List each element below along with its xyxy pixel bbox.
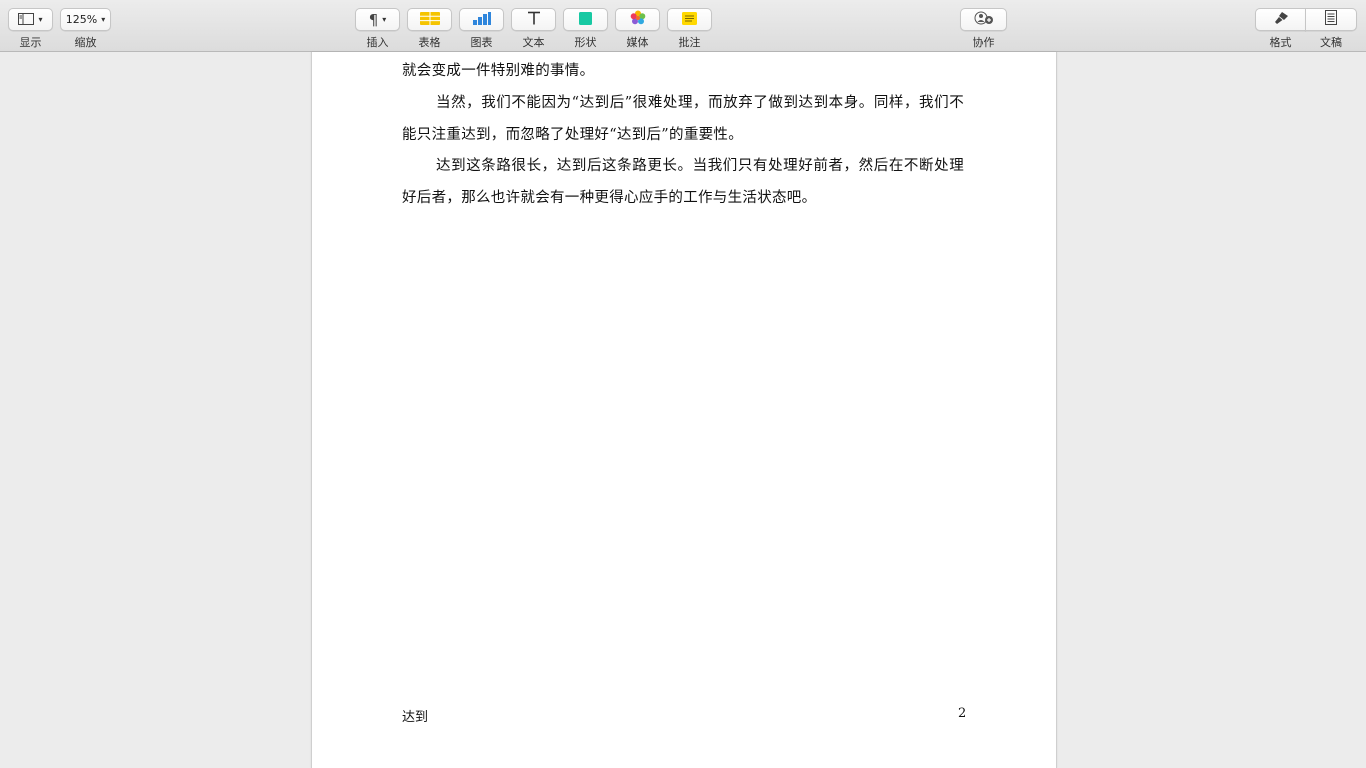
sidebar-view-icon — [18, 10, 35, 29]
view-label: 显示 — [19, 36, 42, 49]
collaborate-icon — [974, 10, 994, 29]
media-button[interactable] — [615, 8, 660, 31]
chart-label: 图表 — [470, 36, 493, 49]
collaborate-button[interactable] — [960, 8, 1007, 31]
insert-button[interactable]: ¶ ▾ — [355, 8, 400, 31]
body-paragraph[interactable]: 达到这条路很长，达到后这条路更长。当我们只有处理好前者，然后在不断处理好后者，那… — [402, 151, 964, 214]
media-label: 媒体 — [626, 36, 649, 49]
comment-label: 批注 — [678, 36, 701, 49]
insert-label: 插入 — [366, 36, 389, 49]
collaborate-label: 协作 — [972, 36, 995, 49]
chevron-down-icon: ▾ — [382, 15, 387, 24]
chart-icon — [472, 10, 491, 29]
chart-button[interactable] — [459, 8, 504, 31]
table-label: 表格 — [418, 36, 441, 49]
document-icon — [1325, 10, 1337, 29]
shape-label: 形状 — [574, 36, 597, 49]
table-button[interactable] — [407, 8, 452, 31]
format-brush-icon — [1273, 10, 1289, 29]
pilcrow-icon: ¶ — [368, 10, 379, 29]
body-paragraph[interactable]: 就会变成一件特别难的事情。 — [402, 56, 964, 88]
format-button[interactable] — [1255, 8, 1306, 31]
footer-title: 达到 — [402, 710, 429, 725]
zoom-value: 125% — [65, 13, 98, 26]
comment-button[interactable] — [667, 8, 712, 31]
format-label: 格式 — [1269, 36, 1292, 49]
media-icon — [630, 10, 646, 30]
zoom-label: 缩放 — [74, 36, 97, 49]
text-button[interactable] — [511, 8, 556, 31]
body-paragraph[interactable]: 当然，我们不能因为“达到后”很难处理，而放弃了做到达到本身。同样，我们不能只注重… — [402, 88, 964, 151]
comment-icon — [682, 10, 697, 29]
shape-button[interactable] — [563, 8, 608, 31]
toolbar: ▾ 显示 125% ▾ 缩放 ¶ ▾ 插入 表格 图表 文本 形状 媒体 批注 … — [0, 0, 1366, 52]
table-icon — [419, 10, 440, 29]
document-page[interactable]: 就会变成一件特别难的事情。 当然，我们不能因为“达到后”很难处理，而放弃了做到达… — [311, 52, 1057, 768]
text-label: 文本 — [522, 36, 545, 49]
document-label: 文稿 — [1320, 36, 1342, 49]
chevron-down-icon: ▾ — [101, 15, 106, 24]
shape-icon — [579, 10, 592, 29]
page-number: 2 — [958, 706, 967, 721]
zoom-select[interactable]: 125% ▾ — [60, 8, 111, 31]
document-button[interactable] — [1305, 8, 1357, 31]
chevron-down-icon: ▾ — [38, 15, 43, 24]
text-icon — [527, 10, 541, 29]
view-button[interactable]: ▾ — [8, 8, 53, 31]
